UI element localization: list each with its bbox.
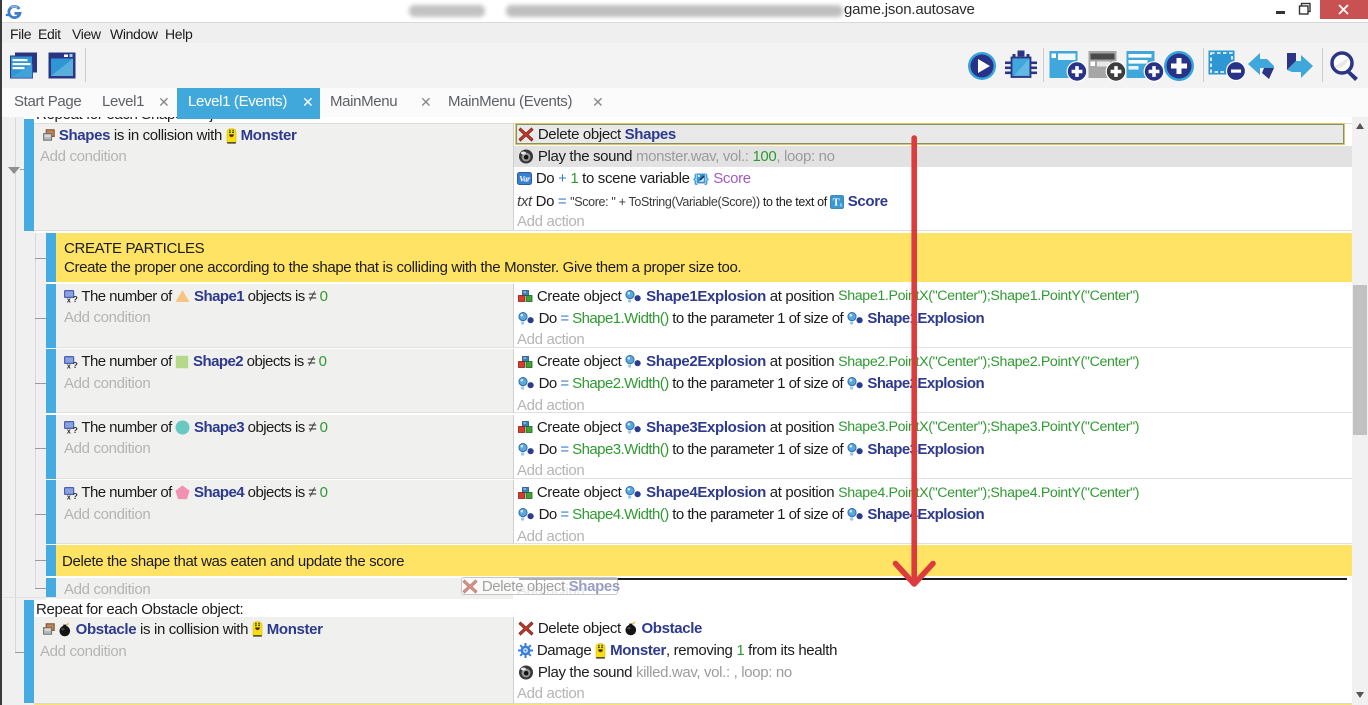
svg-text:?: ? xyxy=(73,294,78,303)
svg-text:?: ? xyxy=(73,360,78,369)
svg-text:x: x xyxy=(839,202,842,208)
svg-text:x: x xyxy=(67,494,71,499)
svg-text:x: x xyxy=(67,363,71,368)
svg-text:x: x xyxy=(67,298,71,303)
svg-text:Var: Var xyxy=(519,175,531,184)
svg-text:?: ? xyxy=(73,491,78,500)
svg-text:?: ? xyxy=(73,425,78,434)
svg-text:x: x xyxy=(67,429,71,434)
